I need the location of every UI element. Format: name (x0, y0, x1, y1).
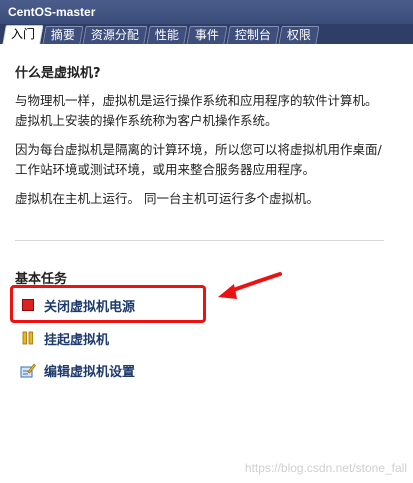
tab-console[interactable]: 控制台 (226, 26, 280, 44)
suspend-vm-link[interactable]: 挂起虚拟机 (20, 329, 110, 348)
annotation-highlight-box (10, 285, 206, 323)
intro-paragraph: 虚拟机在主机上运行。 同一台主机可运行多个虚拟机。 (15, 191, 319, 206)
intro-section: 什么是虚拟机? 与物理机一样，虚拟机是运行操作系统和应用程序的软件计算机。 虚拟… (15, 62, 385, 218)
watermark-text: https://blog.csdn.net/stone_fall (244, 461, 407, 475)
tab-resource-allocation[interactable]: 资源分配 (82, 26, 148, 44)
pause-icon (20, 330, 36, 346)
vm-getting-started-window: CentOS-master 入门 摘要 资源分配 性能 事件 控制台 权限 什么… (0, 0, 413, 483)
edit-vm-settings-link[interactable]: 编辑虚拟机设置 (20, 361, 136, 380)
annotation-arrow-icon (218, 272, 282, 299)
edit-settings-icon (20, 362, 36, 378)
intro-heading: 什么是虚拟机? (15, 66, 101, 81)
section-divider (15, 240, 384, 241)
tab-getting-started[interactable]: 入门 (2, 25, 44, 44)
window-title: CentOS-master (0, 0, 413, 24)
tab-performance[interactable]: 性能 (146, 26, 188, 44)
tab-events[interactable]: 事件 (186, 26, 228, 44)
tab-permissions[interactable]: 权限 (278, 26, 320, 44)
intro-paragraph: 与物理机一样，虚拟机是运行操作系统和应用程序的软件计算机。 虚拟机上安装的操作系… (15, 93, 378, 128)
task-label: 挂起虚拟机 (44, 332, 110, 348)
tab-bar: 入门 摘要 资源分配 性能 事件 控制台 权限 (0, 24, 413, 44)
tab-summary[interactable]: 摘要 (42, 26, 84, 44)
intro-paragraph: 因为每台虚拟机是隔离的计算环境，所以您可以将虚拟机用作桌面/工作站环境或测试环境… (15, 142, 382, 177)
task-label: 编辑虚拟机设置 (44, 364, 136, 380)
